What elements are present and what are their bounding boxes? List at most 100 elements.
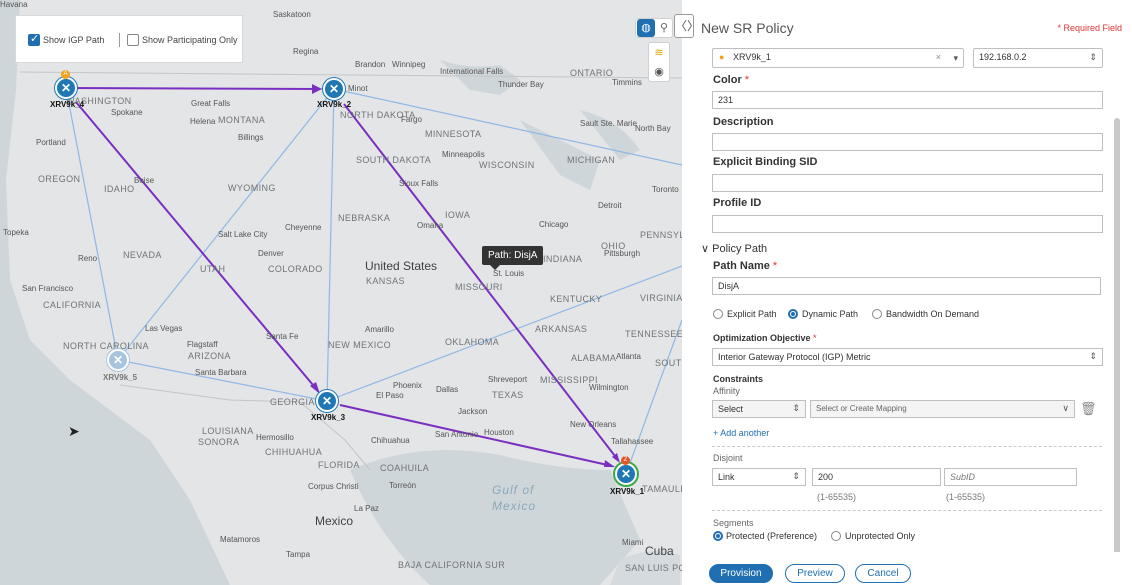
map-region-label: Jackson [458,407,488,416]
map-region-label: OREGON [38,174,81,184]
node-icon[interactable]: ✕ [615,463,637,485]
map-region-label: KENTUCKY [550,294,603,304]
map-region-label: ALABAMA [571,353,617,363]
node-label: XRV9k_5 [103,373,138,382]
map-region-label: Las Vegas [145,324,183,333]
optimization-objective-select[interactable]: Interior Gateway Protocol (IGP) Metric ⇕ [712,348,1103,366]
color-input[interactable]: 231 [712,91,1103,109]
path-name-label: Path Name * [713,260,778,272]
map-region-label: Miami [622,538,644,547]
map-region-label: Timmins [612,78,642,87]
panel-form: ● XRV9k_1 × ▾ 192.168.0.2 ⇕ Color * 231 … [695,42,1132,552]
updown-icon: ⇕ [792,471,800,481]
show-participating-label: Show Participating Only [142,35,238,45]
explicit-path-radio[interactable] [713,309,723,319]
headend-ip-value: 192.168.0.2 [979,52,1027,62]
binding-sid-input[interactable] [712,174,1103,192]
map-region-label: La Paz [354,504,379,513]
disjoint-subid-hint: (1-65535) [946,492,986,502]
disjoint-group-input[interactable]: 200 [812,468,941,486]
map-region-label: Torreón [389,481,417,490]
map-region-label: Sault Ste. Marie [580,119,637,128]
map-region-label: Minot [348,84,368,93]
node-icon[interactable]: ✕ [55,77,77,99]
protected-label: Protected (Preference) [726,531,818,541]
segments-label: Segments [713,518,754,528]
map-overlay-toggles: Show IGP Path Show Participating Only [15,15,243,63]
headend-ip-select[interactable]: 192.168.0.2 ⇕ [973,48,1103,68]
node-icon[interactable]: ✕ [316,390,338,412]
provision-button[interactable]: Provision [709,564,773,583]
affinity-type-select[interactable]: Select ⇕ [712,400,806,418]
constraints-label: Constraints [713,374,764,384]
map-region-label: FLORIDA [318,460,360,470]
map-region-label: SONORA [198,437,240,447]
affinity-type-value: Select [718,404,744,414]
trash-icon[interactable]: 🗑 [1080,401,1097,417]
protected-radio[interactable] [713,531,723,541]
add-another-link[interactable]: + Add another [713,428,769,438]
path-name-input[interactable]: DisjA [712,277,1101,295]
map-region-label: INDIANA [543,254,583,264]
bandwidth-on-demand-radio[interactable] [872,309,882,319]
layers-icon[interactable]: ≋ [650,44,668,62]
map-region-label: Minneapolis [442,150,485,159]
clear-icon[interactable]: × [936,52,941,62]
map-region-label: Brandon [355,60,386,69]
path-start-badge: A [61,70,70,79]
affinity-mapping-select[interactable]: Select or Create Mapping ∨ [810,400,1075,418]
map-region-label: Havana [0,0,28,9]
map-region-label: San Francisco [22,284,74,293]
map-region-label: CHIHUAHUA [265,447,323,457]
map-region-label: TAMAULIPAS [642,484,682,494]
collapse-panel-button[interactable]: 〈〉 [674,14,699,38]
map-region-label: Denver [258,249,284,258]
disjoint-type-value: Link [718,472,735,482]
map-region-label: Houston [484,428,514,437]
map-region-label: IDAHO [104,184,135,194]
globe-icon[interactable]: ◍ [637,19,655,37]
unprotected-radio[interactable] [831,531,841,541]
preview-button[interactable]: Preview [785,564,845,583]
description-input[interactable] [712,133,1103,151]
map-region-label: Reno [78,254,98,263]
eye-icon[interactable]: ◉ [650,63,668,81]
profile-id-input[interactable] [712,215,1103,233]
map-region-label: Phoenix [393,381,422,390]
map-region-label: Topeka [3,228,29,237]
cancel-button[interactable]: Cancel [855,564,911,583]
bandwidth-on-demand-label: Bandwidth On Demand [886,309,980,319]
disjoint-subid-input[interactable]: SubID [944,468,1077,486]
dynamic-path-label: Dynamic Path [802,309,859,319]
show-igp-path-checkbox[interactable] [28,32,40,46]
map-region-label: International Falls [440,67,504,76]
map-region-label: Salt Lake City [218,230,268,239]
disjoint-type-select[interactable]: Link ⇕ [712,468,806,486]
map-region-label: Tampa [286,550,311,559]
country-label-cuba: Cuba [645,544,674,558]
profile-id-label: Profile ID [713,197,762,209]
headend-select[interactable]: ● XRV9k_1 × ▾ [712,48,964,68]
topology-icon[interactable]: ⚲ [655,19,673,37]
show-participating-checkbox[interactable] [127,34,139,46]
map-region-label: ARKANSAS [535,324,588,334]
node-icon[interactable]: ✕ [323,78,345,100]
map-region-label: Shreveport [488,375,528,384]
map-region-label: Pittsburgh [604,249,641,258]
map-region-label: NORTH CAROLINA [63,341,149,351]
map-layer-toolbar: ≋ ◉ [648,42,670,82]
map-region-label: MICHIGAN [567,155,616,165]
dynamic-path-radio[interactable] [788,309,798,319]
map-region-label: Corpus Christi [308,482,359,491]
panel-scrollbar[interactable] [1114,118,1120,554]
map-region-label: WYOMING [228,183,276,193]
map-region-label: WISCONSIN [479,160,535,170]
topology-map[interactable]: Saskatoon Regina Brandon Winnipeg Internatio… [0,0,682,585]
map-region-label: Santa Fe [266,332,299,341]
updown-icon: ⇕ [792,403,800,413]
panel-title: New SR Policy [701,20,794,36]
policy-path-toggle[interactable]: ∨ Policy Path [701,242,767,255]
map-region-label: OKLAHOMA [445,337,500,347]
node-icon[interactable]: ✕ [107,349,129,371]
divider [712,446,1102,447]
